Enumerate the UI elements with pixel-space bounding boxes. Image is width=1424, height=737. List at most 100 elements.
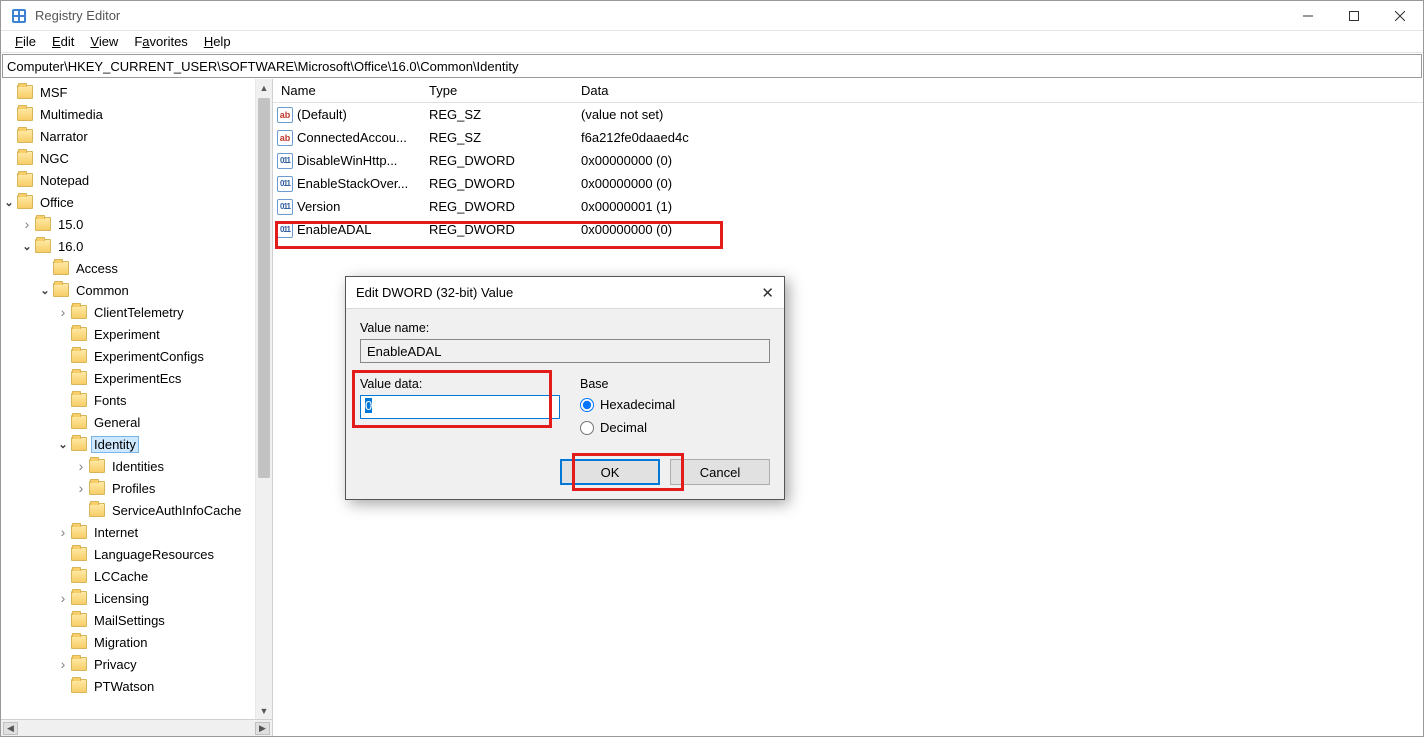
folder-icon	[71, 591, 87, 605]
tree-item-label: Access	[73, 261, 121, 276]
value-data: 0x00000001 (1)	[573, 199, 1423, 214]
scroll-thumb[interactable]	[258, 98, 270, 478]
tree-item-general[interactable]: General	[1, 411, 272, 433]
value-row[interactable]: 011EnableADALREG_DWORD0x00000000 (0)	[273, 218, 1423, 241]
scroll-up-icon[interactable]: ▲	[256, 79, 272, 96]
expand-arrow-icon[interactable]	[19, 216, 35, 232]
expand-arrow-icon[interactable]	[55, 438, 71, 451]
value-data: 0x00000000 (0)	[573, 176, 1423, 191]
scroll-right-icon[interactable]: ▶	[255, 722, 270, 735]
tree-view[interactable]: MSF Multimedia Narrator NGCNotepadOffice15.…	[1, 79, 272, 719]
expand-arrow-icon[interactable]	[1, 196, 17, 209]
value-type: REG_SZ	[421, 107, 573, 122]
tree-item-experiment[interactable]: Experiment	[1, 323, 272, 345]
tree-item-migration[interactable]: Migration	[1, 631, 272, 653]
tree-item-16-0[interactable]: 16.0	[1, 235, 272, 257]
value-row[interactable]: 011EnableStackOver...REG_DWORD0x00000000…	[273, 172, 1423, 195]
folder-icon	[53, 261, 69, 275]
tree-item-label: ServiceAuthInfoCache	[109, 503, 244, 518]
expand-arrow-icon[interactable]	[55, 304, 71, 320]
address-bar[interactable]: Computer\HKEY_CURRENT_USER\SOFTWARE\Micr…	[2, 54, 1422, 78]
menu-file[interactable]: File	[7, 32, 44, 51]
radio-decimal[interactable]: Decimal	[580, 420, 770, 435]
radio-hex-input[interactable]	[580, 398, 594, 412]
folder-icon	[71, 613, 87, 627]
scroll-down-icon[interactable]: ▼	[256, 702, 272, 719]
tree-item-multimedia[interactable]: Multimedia	[1, 103, 272, 125]
tree-item-serviceauthinfocache[interactable]: ServiceAuthInfoCache	[1, 499, 272, 521]
menu-favorites[interactable]: Favorites	[126, 32, 195, 51]
tree-item-privacy[interactable]: Privacy	[1, 653, 272, 675]
tree-item-fonts[interactable]: Fonts	[1, 389, 272, 411]
tree-item-15-0[interactable]: 15.0	[1, 213, 272, 235]
column-name[interactable]: Name	[273, 79, 421, 102]
column-data[interactable]: Data	[573, 79, 1423, 102]
value-row[interactable]: 011VersionREG_DWORD0x00000001 (1)	[273, 195, 1423, 218]
expand-arrow-icon[interactable]	[73, 480, 89, 496]
tree-item-experimentecs[interactable]: ExperimentEcs	[1, 367, 272, 389]
value-data: (value not set)	[573, 107, 1423, 122]
tree-item-clienttelemetry[interactable]: ClientTelemetry	[1, 301, 272, 323]
tree-item-profiles[interactable]: Profiles	[1, 477, 272, 499]
tree-item-narrator[interactable]: Narrator	[1, 125, 272, 147]
tree-item-identity[interactable]: Identity	[1, 433, 272, 455]
expand-arrow-icon[interactable]	[37, 284, 53, 297]
tree-item-label: Narrator	[37, 129, 91, 144]
value-row[interactable]: 011DisableWinHttp...REG_DWORD0x00000000 …	[273, 149, 1423, 172]
expand-arrow-icon[interactable]	[55, 656, 71, 672]
tree-item-notepad[interactable]: Notepad	[1, 169, 272, 191]
expand-arrow-icon[interactable]	[55, 524, 71, 540]
tree-item-experimentconfigs[interactable]: ExperimentConfigs	[1, 345, 272, 367]
tree-pane: MSF Multimedia Narrator NGCNotepadOffice15.…	[1, 79, 273, 736]
tree-item-label: Multimedia	[37, 107, 106, 122]
list-body[interactable]: ab(Default)REG_SZ(value not set)abConnec…	[273, 103, 1423, 241]
ok-button[interactable]: OK	[560, 459, 660, 485]
tree-item-lccache[interactable]: LCCache	[1, 565, 272, 587]
folder-icon	[71, 305, 87, 319]
tree-item-ptwatson[interactable]: PTWatson	[1, 675, 272, 697]
tree-vertical-scrollbar[interactable]: ▲ ▼	[255, 79, 272, 719]
tree-item-label: MailSettings	[91, 613, 168, 628]
dialog-title-bar[interactable]: Edit DWORD (32-bit) Value ✕	[346, 277, 784, 309]
tree-item-mailsettings[interactable]: MailSettings	[1, 609, 272, 631]
tree-item-label: Privacy	[91, 657, 140, 672]
radio-dec-input[interactable]	[580, 421, 594, 435]
tree-item-internet[interactable]: Internet	[1, 521, 272, 543]
cancel-button[interactable]: Cancel	[670, 459, 770, 485]
menu-help[interactable]: Help	[196, 32, 239, 51]
tree-item-ngc[interactable]: NGC	[1, 147, 272, 169]
tree-item-identities[interactable]: Identities	[1, 455, 272, 477]
expand-arrow-icon[interactable]	[73, 458, 89, 474]
string-value-icon: ab	[277, 130, 293, 146]
edit-dword-dialog: Edit DWORD (32-bit) Value ✕ Value name: …	[345, 276, 785, 500]
scroll-left-icon[interactable]: ◀	[3, 722, 18, 735]
value-name-field[interactable]	[360, 339, 770, 363]
expand-arrow-icon[interactable]	[55, 590, 71, 606]
tree-item-msf[interactable]: MSF	[1, 81, 272, 103]
menu-edit[interactable]: Edit	[44, 32, 82, 51]
menu-view[interactable]: View	[82, 32, 126, 51]
tree-item-office[interactable]: Office	[1, 191, 272, 213]
tree-item-languageresources[interactable]: LanguageResources	[1, 543, 272, 565]
tree-item-common[interactable]: Common	[1, 279, 272, 301]
minimize-button[interactable]	[1285, 1, 1331, 31]
close-button[interactable]	[1377, 1, 1423, 31]
value-row[interactable]: abConnectedAccou...REG_SZf6a212fe0daaed4…	[273, 126, 1423, 149]
folder-icon	[71, 371, 87, 385]
window-title: Registry Editor	[35, 8, 120, 23]
tree-item-access[interactable]: Access	[1, 257, 272, 279]
value-name: DisableWinHttp...	[297, 153, 397, 168]
maximize-button[interactable]	[1331, 1, 1377, 31]
binary-value-icon: 011	[277, 199, 293, 215]
value-row[interactable]: ab(Default)REG_SZ(value not set)	[273, 103, 1423, 126]
tree-item-licensing[interactable]: Licensing	[1, 587, 272, 609]
tree-horizontal-scrollbar[interactable]: ◀ ▶	[1, 719, 272, 736]
expand-arrow-icon[interactable]	[19, 240, 35, 253]
value-data-field[interactable]	[360, 395, 560, 419]
dialog-close-icon[interactable]: ✕	[744, 284, 774, 302]
tree-item-label: 16.0	[55, 239, 86, 254]
folder-icon	[71, 327, 87, 341]
column-type[interactable]: Type	[421, 79, 573, 102]
radio-hexadecimal[interactable]: Hexadecimal	[580, 397, 770, 412]
tree-item-label: ExperimentEcs	[91, 371, 184, 386]
